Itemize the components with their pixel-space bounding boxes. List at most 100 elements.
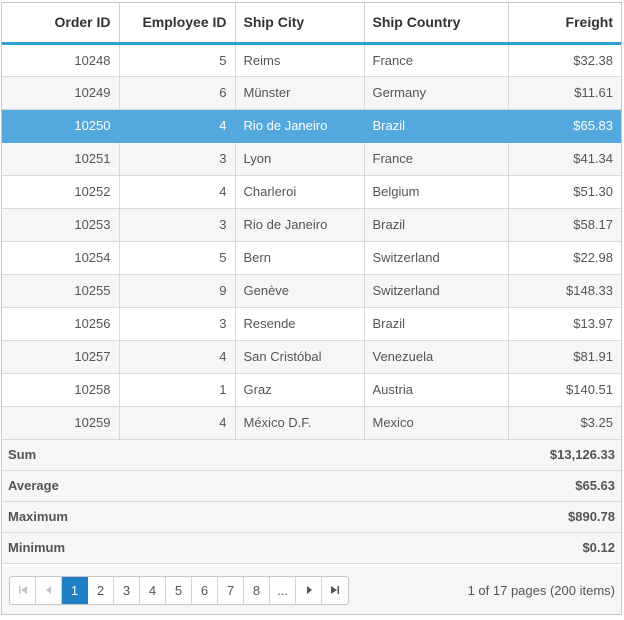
- cell-ship-country[interactable]: France: [364, 142, 509, 176]
- cell-employee-id[interactable]: 3: [119, 307, 236, 341]
- table-row[interactable]: 10256 3 Resende Brazil $13.97: [2, 307, 621, 341]
- page-button[interactable]: 1: [62, 577, 88, 604]
- cell-employee-id[interactable]: 1: [119, 373, 236, 407]
- grid-table: Order ID Employee ID Ship City Ship Coun…: [2, 3, 621, 440]
- cell-ship-country[interactable]: France: [364, 43, 509, 77]
- page-button[interactable]: 8: [244, 577, 270, 604]
- cell-ship-country[interactable]: Venezuela: [364, 340, 509, 374]
- cell-freight[interactable]: $3.25: [508, 406, 621, 440]
- cell-freight[interactable]: $41.34: [508, 142, 621, 176]
- cell-order-id[interactable]: 10257: [2, 340, 120, 374]
- cell-ship-city[interactable]: Bern: [235, 241, 365, 275]
- table-row[interactable]: 10252 4 Charleroi Belgium $51.30: [2, 175, 621, 209]
- cell-order-id[interactable]: 10256: [2, 307, 120, 341]
- cell-ship-country[interactable]: Brazil: [364, 208, 509, 242]
- cell-employee-id[interactable]: 9: [119, 274, 236, 308]
- cell-employee-id[interactable]: 4: [119, 175, 236, 209]
- table-row[interactable]: 10253 3 Rio de Janeiro Brazil $58.17: [2, 208, 621, 242]
- cell-ship-city[interactable]: México D.F.: [235, 406, 365, 440]
- first-page-button[interactable]: [10, 577, 36, 604]
- page-button[interactable]: 6: [192, 577, 218, 604]
- cell-ship-city[interactable]: Münster: [235, 76, 365, 110]
- page-button[interactable]: 4: [140, 577, 166, 604]
- first-page-icon: [18, 583, 28, 598]
- page-button[interactable]: 7: [218, 577, 244, 604]
- table-row[interactable]: 10255 9 Genève Switzerland $148.33: [2, 274, 621, 308]
- cell-freight[interactable]: $32.38: [508, 43, 621, 77]
- more-pages-button[interactable]: ...: [270, 577, 296, 604]
- cell-order-id[interactable]: 10251: [2, 142, 120, 176]
- cell-order-id[interactable]: 10249: [2, 76, 120, 110]
- cell-ship-city[interactable]: Rio de Janeiro: [235, 109, 365, 143]
- cell-order-id[interactable]: 10254: [2, 241, 120, 275]
- cell-ship-city[interactable]: Rio de Janeiro: [235, 208, 365, 242]
- cell-order-id[interactable]: 10253: [2, 208, 120, 242]
- cell-employee-id[interactable]: 6: [119, 76, 236, 110]
- cell-ship-city[interactable]: San Cristóbal: [235, 340, 365, 374]
- header-freight[interactable]: Freight: [508, 3, 621, 45]
- cell-ship-city[interactable]: Charleroi: [235, 175, 365, 209]
- table-row[interactable]: 10248 5 Reims France $32.38: [2, 43, 621, 77]
- header-ship-country[interactable]: Ship Country: [364, 3, 509, 45]
- cell-employee-id[interactable]: 3: [119, 208, 236, 242]
- table-row[interactable]: 10251 3 Lyon France $41.34: [2, 142, 621, 176]
- cell-employee-id[interactable]: 4: [119, 109, 236, 143]
- cell-ship-country[interactable]: Austria: [364, 373, 509, 407]
- cell-employee-id[interactable]: 4: [119, 406, 236, 440]
- cell-ship-city[interactable]: Reims: [235, 43, 365, 77]
- page-button[interactable]: 3: [114, 577, 140, 604]
- cell-ship-country[interactable]: Brazil: [364, 109, 509, 143]
- cell-freight[interactable]: $140.51: [508, 373, 621, 407]
- table-row[interactable]: 10254 5 Bern Switzerland $22.98: [2, 241, 621, 275]
- cell-freight[interactable]: $51.30: [508, 175, 621, 209]
- table-row[interactable]: 10249 6 Münster Germany $11.61: [2, 76, 621, 110]
- cell-order-id[interactable]: 10252: [2, 175, 120, 209]
- cell-order-id[interactable]: 10250: [2, 109, 120, 143]
- cell-ship-city[interactable]: Graz: [235, 373, 365, 407]
- header-row: Order ID Employee ID Ship City Ship Coun…: [2, 3, 621, 45]
- cell-employee-id[interactable]: 5: [119, 241, 236, 275]
- cell-employee-id[interactable]: 3: [119, 142, 236, 176]
- cell-freight[interactable]: $65.83: [508, 109, 621, 143]
- next-page-button[interactable]: [296, 577, 322, 604]
- aggregate-value: $13,126.33: [549, 447, 615, 462]
- cell-freight[interactable]: $13.97: [508, 307, 621, 341]
- table-row[interactable]: 10250 4 Rio de Janeiro Brazil $65.83: [2, 109, 621, 143]
- table-row[interactable]: 10258 1 Graz Austria $140.51: [2, 373, 621, 407]
- cell-ship-city[interactable]: Genève: [235, 274, 365, 308]
- table-row[interactable]: 10259 4 México D.F. Mexico $3.25: [2, 406, 621, 440]
- last-page-button[interactable]: [322, 577, 348, 604]
- cell-order-id[interactable]: 10248: [2, 43, 120, 77]
- cell-ship-country[interactable]: Belgium: [364, 175, 509, 209]
- cell-order-id[interactable]: 10255: [2, 274, 120, 308]
- aggregate-value: $890.78: [568, 509, 615, 524]
- cell-freight[interactable]: $81.91: [508, 340, 621, 374]
- cell-order-id[interactable]: 10259: [2, 406, 120, 440]
- cell-freight[interactable]: $148.33: [508, 274, 621, 308]
- cell-freight[interactable]: $58.17: [508, 208, 621, 242]
- cell-freight[interactable]: $11.61: [508, 76, 621, 110]
- cell-freight[interactable]: $22.98: [508, 241, 621, 275]
- table-row[interactable]: 10257 4 San Cristóbal Venezuela $81.91: [2, 340, 621, 374]
- page-button[interactable]: 5: [166, 577, 192, 604]
- aggregate-row: Maximum $890.78: [2, 501, 621, 533]
- cell-ship-city[interactable]: Lyon: [235, 142, 365, 176]
- cell-order-id[interactable]: 10258: [2, 373, 120, 407]
- cell-ship-city[interactable]: Resende: [235, 307, 365, 341]
- cell-ship-country[interactable]: Mexico: [364, 406, 509, 440]
- cell-ship-country[interactable]: Switzerland: [364, 274, 509, 308]
- cell-ship-country[interactable]: Germany: [364, 76, 509, 110]
- header-order-id[interactable]: Order ID: [2, 3, 120, 45]
- header-ship-city[interactable]: Ship City: [235, 3, 365, 45]
- orders-grid: Order ID Employee ID Ship City Ship Coun…: [1, 2, 622, 615]
- header-employee-id[interactable]: Employee ID: [119, 3, 236, 45]
- aggregate-rows: Sum $13,126.33 Average $65.63 Maximum $890.78…: [2, 439, 621, 564]
- cell-employee-id[interactable]: 5: [119, 43, 236, 77]
- cell-ship-country[interactable]: Switzerland: [364, 241, 509, 275]
- page-button[interactable]: 2: [88, 577, 114, 604]
- cell-employee-id[interactable]: 4: [119, 340, 236, 374]
- grid-body: 10248 5 Reims France $32.38 10249 6 Münster Germ…: [2, 43, 621, 440]
- cell-ship-country[interactable]: Brazil: [364, 307, 509, 341]
- previous-page-button[interactable]: [36, 577, 62, 604]
- aggregate-row: Average $65.63: [2, 470, 621, 502]
